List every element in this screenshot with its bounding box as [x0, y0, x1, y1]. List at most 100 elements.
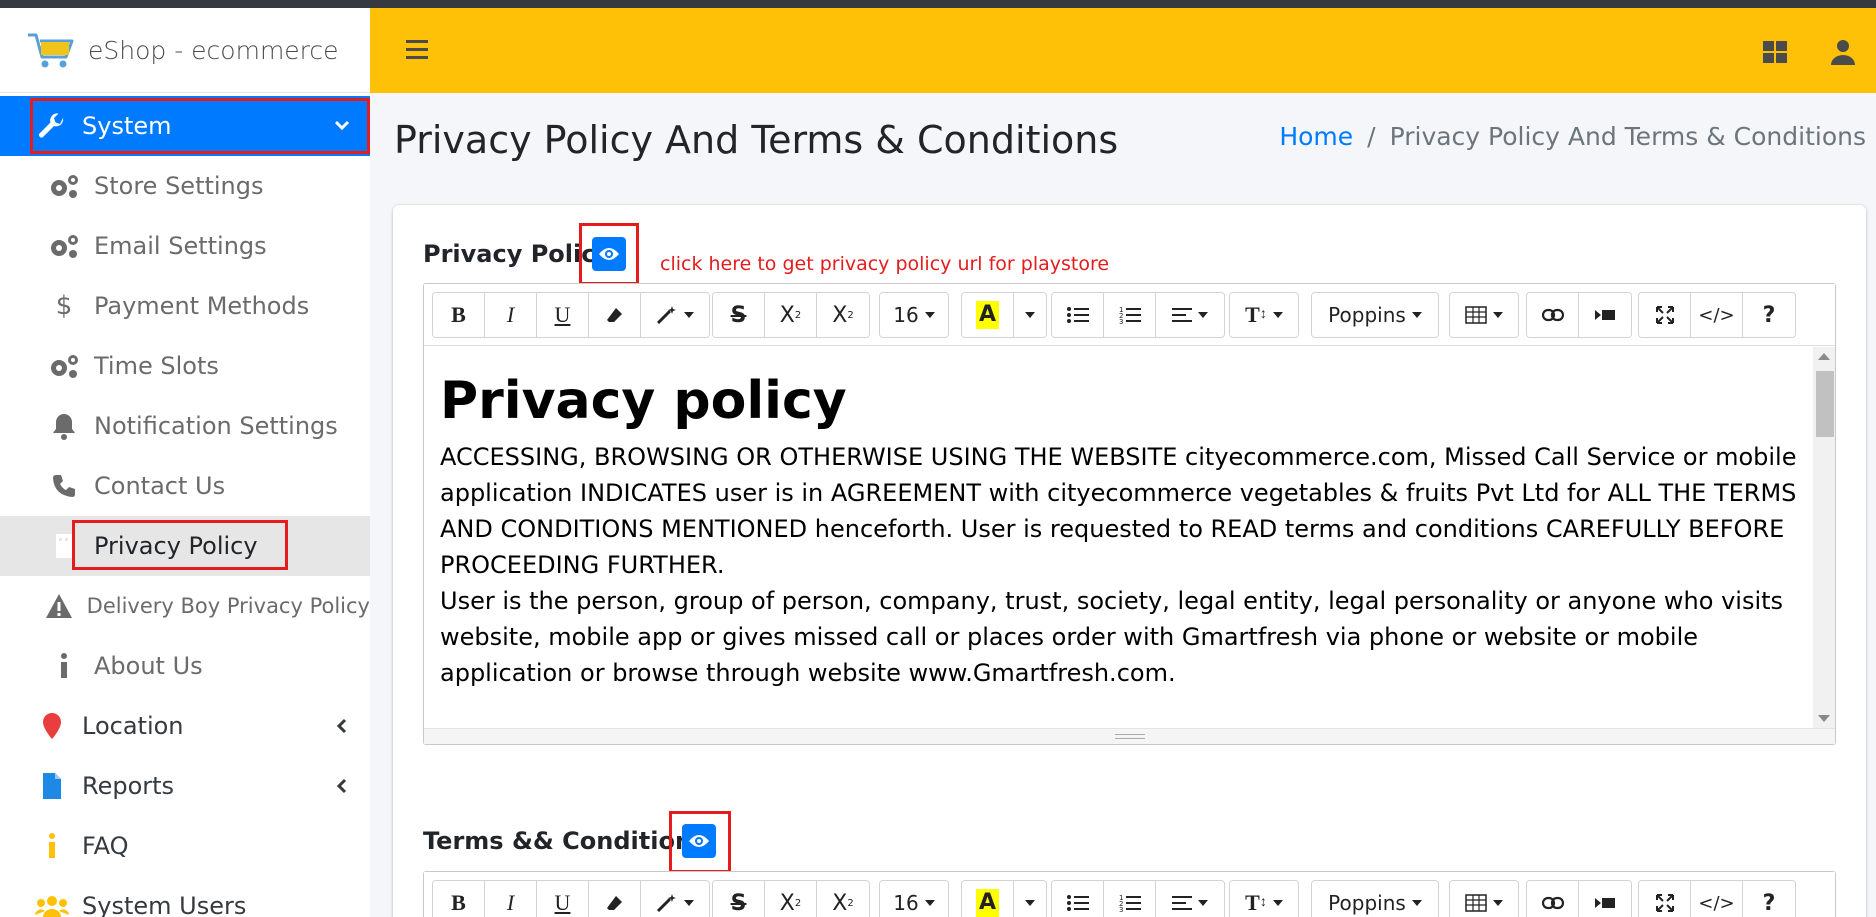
help-button[interactable]: ? [1743, 881, 1795, 917]
scroll-up-arrow-icon[interactable] [1818, 353, 1830, 360]
sidebar-item-label: Delivery Boy Privacy Policy [86, 594, 370, 618]
breadcrumb-separator: / [1367, 122, 1376, 151]
subscript-button[interactable]: X2 [817, 293, 869, 337]
code-view-button[interactable]: </> [1691, 293, 1743, 337]
hamburger-menu-icon[interactable] [406, 40, 430, 60]
sidebar-item-email-settings[interactable]: Email Settings [0, 216, 370, 276]
font-family-value: Poppins [1328, 303, 1406, 327]
code-view-button[interactable]: </> [1691, 881, 1743, 917]
paragraph-align-dropdown[interactable] [1156, 881, 1224, 917]
eraser-button[interactable] [589, 293, 641, 337]
font-family-dropdown[interactable]: Poppins [1312, 293, 1438, 337]
line-height-dropdown[interactable]: T ↕ [1230, 293, 1298, 337]
help-button[interactable]: ? [1743, 293, 1795, 337]
sidebar-item-payment-methods[interactable]: $ Payment Methods [0, 276, 370, 336]
chevron-left-icon [328, 778, 356, 794]
scrollbar-thumb[interactable] [1816, 371, 1834, 437]
font-size-value: 16 [893, 891, 919, 915]
superscript-button[interactable]: X2 [765, 293, 817, 337]
font-family-dropdown[interactable]: Poppins [1312, 881, 1438, 917]
insert-link-button[interactable] [1527, 881, 1579, 917]
table-icon [1465, 306, 1487, 324]
text-color-button[interactable]: A [962, 881, 1014, 917]
underline-button[interactable]: U [537, 881, 589, 917]
sidebar-item-label: Notification Settings [94, 412, 338, 440]
sidebar-item-faq[interactable]: FAQ [0, 816, 370, 876]
magic-style-button[interactable] [641, 293, 709, 337]
ordered-list-button[interactable]: 123 [1104, 293, 1156, 337]
table-insert-dropdown[interactable] [1450, 881, 1518, 917]
strikethrough-button[interactable]: S [713, 881, 765, 917]
magic-style-button[interactable] [641, 881, 709, 917]
users-icon [32, 890, 72, 917]
grid-icon[interactable] [1761, 38, 1789, 66]
line-height-dropdown[interactable]: T ↕ [1230, 881, 1298, 917]
editor-scrollbar[interactable] [1813, 347, 1835, 728]
italic-button[interactable]: I [485, 293, 537, 337]
fullscreen-button[interactable] [1639, 293, 1691, 337]
sidebar-item-reports[interactable]: Reports [0, 756, 370, 816]
user-icon[interactable] [1829, 38, 1857, 66]
svg-text:3: 3 [1119, 318, 1123, 325]
ordered-list-button[interactable]: 123 [1104, 881, 1156, 917]
breadcrumb-home-link[interactable]: Home [1279, 122, 1353, 151]
eraser-button[interactable] [589, 881, 641, 917]
table-icon [1465, 894, 1487, 912]
list-ul-icon [1066, 895, 1089, 911]
help-icon: ? [1762, 890, 1776, 916]
text-color-dropdown[interactable] [1014, 293, 1046, 337]
unordered-list-button[interactable] [1052, 881, 1104, 917]
font-size-dropdown[interactable]: 16 [880, 881, 948, 917]
text-color-dropdown[interactable] [1014, 881, 1046, 917]
breadcrumb-current: Privacy Policy And Terms & Conditions [1389, 122, 1866, 151]
fullscreen-button[interactable] [1639, 881, 1691, 917]
privacy-editor: B I U S X2 X2 16 A 1 2 3 T ↕ Poppins </>… [423, 283, 1836, 745]
italic-button[interactable]: I [485, 881, 537, 917]
sidebar-item-contact-us[interactable]: Contact Us [0, 456, 370, 516]
paragraph-align-dropdown[interactable] [1156, 293, 1224, 337]
bold-button[interactable]: B [433, 293, 485, 337]
warning-icon [40, 590, 79, 622]
eye-icon [689, 835, 709, 847]
sidebar-item-system-users[interactable]: System Users [0, 876, 370, 917]
sidebar-item-label: Privacy Policy [94, 532, 258, 560]
magic-wand-icon [656, 306, 676, 325]
unordered-list-button[interactable] [1052, 293, 1104, 337]
terms-preview-button[interactable] [682, 824, 716, 858]
sidebar-item-delivery-boy-privacy-policy[interactable]: Delivery Boy Privacy Policy [0, 576, 370, 636]
scroll-down-arrow-icon[interactable] [1818, 715, 1830, 722]
sidebar-item-location[interactable]: Location [0, 696, 370, 756]
sidebar-item-notification-settings[interactable]: Notification Settings [0, 396, 370, 456]
insert-video-button[interactable] [1579, 881, 1631, 917]
brand[interactable]: eShop - ecommerce [0, 8, 370, 93]
sidebar-item-label: Reports [82, 772, 175, 800]
align-left-icon [1172, 308, 1192, 322]
insert-video-button[interactable] [1579, 293, 1631, 337]
table-insert-dropdown[interactable] [1450, 293, 1518, 337]
superscript-button[interactable]: X2 [765, 881, 817, 917]
sidebar-item-privacy-policy[interactable]: Privacy Policy [0, 516, 370, 576]
editor-resize-handle[interactable] [424, 728, 1835, 744]
svg-text:3: 3 [1119, 906, 1123, 913]
highlight-a-icon: A [975, 889, 1000, 917]
magic-wand-icon [656, 894, 676, 913]
insert-link-button[interactable] [1527, 293, 1579, 337]
sidebar-item-about-us[interactable]: About Us [0, 636, 370, 696]
strikethrough-button[interactable]: S [713, 293, 765, 337]
privacy-editor-content[interactable]: Privacy policy ACCESSING, BROWSING OR OT… [424, 347, 1811, 728]
bold-button[interactable]: B [433, 881, 485, 917]
sidebar-item-label: Location [82, 712, 184, 740]
text-color-button[interactable]: A [962, 293, 1014, 337]
sidebar-item-time-slots[interactable]: Time Slots [0, 336, 370, 396]
sidebar-item-label: System [82, 112, 172, 140]
link-icon [1541, 896, 1564, 910]
phone-icon [44, 470, 84, 502]
font-size-dropdown[interactable]: 16 [880, 293, 948, 337]
subscript-button[interactable]: X2 [817, 881, 869, 917]
list-ol-icon: 123 [1119, 306, 1141, 325]
underline-button[interactable]: U [537, 293, 589, 337]
privacy-preview-button[interactable] [592, 237, 626, 271]
building-icon [44, 530, 84, 562]
sidebar-item-store-settings[interactable]: Store Settings [0, 156, 370, 216]
sidebar-item-system[interactable]: System [0, 96, 370, 156]
